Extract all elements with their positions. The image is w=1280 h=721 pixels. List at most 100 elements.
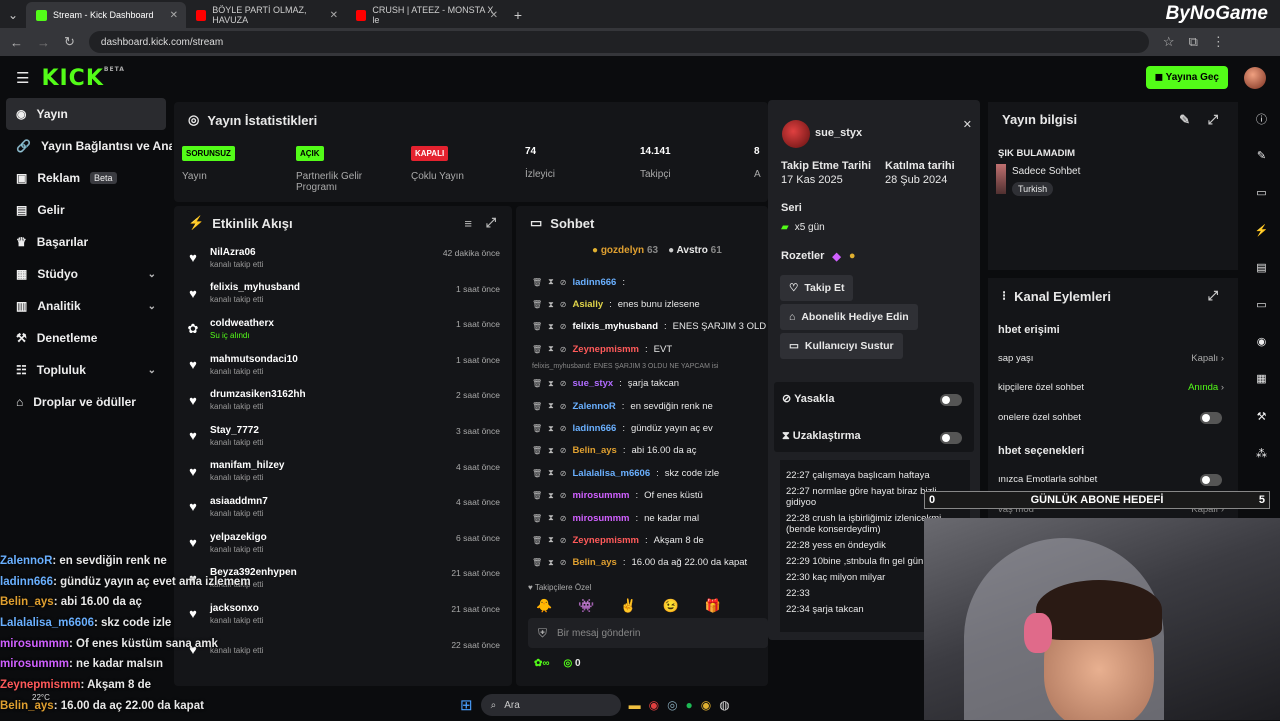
github-icon[interactable]: ◍	[719, 698, 729, 712]
sidebar-item-gelir[interactable]: ▤ Gelir	[0, 194, 172, 226]
chat-message[interactable]: 🗑 ⧗ ⊘ Belin_ays:16.00 da ağ 22.00 da kapat	[516, 552, 768, 574]
steam-icon[interactable]: ◎	[667, 698, 677, 712]
close-icon[interactable]: ✕	[490, 10, 498, 21]
menu-icon[interactable]: ⋮	[1212, 34, 1225, 50]
chat-message[interactable]: 🗑 ⧗ ⊘ ladinn666:	[516, 271, 768, 293]
sidebar-item-denetleme[interactable]: ⚒ Denetleme	[0, 322, 172, 354]
chat-message[interactable]: 🗑 ⧗ ⊘ Zeynepmismm: Akşam 8 de	[516, 529, 768, 551]
list-item[interactable]: ♥ Stay_7772 kanalı takip etti 3 saat önce	[174, 418, 512, 454]
forward-icon[interactable]: →	[37, 35, 50, 50]
timeout-icon[interactable]: ⧗	[548, 513, 554, 523]
reload-icon[interactable]: ↻	[64, 34, 75, 50]
bolt-icon[interactable]: ⚡	[1243, 212, 1280, 249]
follow-button[interactable]: ♡ Takip Et	[780, 275, 854, 301]
timeout-toggle[interactable]	[940, 432, 962, 444]
emote-icon[interactable]: ✌	[620, 598, 636, 614]
tool-icon[interactable]: ⚒	[1243, 398, 1280, 435]
ban-icon[interactable]: ⊘	[560, 558, 567, 567]
delete-icon[interactable]: 🗑	[532, 379, 542, 388]
emote-icon[interactable]: 🎁	[705, 598, 721, 614]
delete-icon[interactable]: 🗑	[532, 322, 542, 331]
expand-icon[interactable]: ⤢	[1208, 288, 1218, 304]
ban-icon[interactable]: ⊘	[560, 278, 567, 287]
delete-icon[interactable]: 🗑	[532, 491, 542, 500]
video-icon[interactable]: ▭	[1243, 174, 1280, 211]
close-icon[interactable]: ✕	[330, 10, 338, 21]
delete-icon[interactable]: 🗑	[532, 278, 542, 287]
timeout-icon[interactable]: ⧗	[548, 535, 554, 545]
chat-message[interactable]: 🗑 ⧗ ⊘ Asially: enes bunu izlesene	[516, 293, 768, 315]
kick-logo[interactable]: KICKBETA	[41, 66, 124, 91]
browser-tab[interactable]: BÖYLE PARTİ OLMAZ, HAVUZA ✕	[186, 2, 346, 28]
expand-icon[interactable]: ⤢	[1208, 112, 1218, 128]
emote-icon[interactable]: 👾	[578, 598, 594, 614]
delete-icon[interactable]: 🗑	[532, 345, 542, 354]
chat-message[interactable]: 🗑 ⧗ ⊘ Belin_ays: abi 16.00 da aç	[516, 440, 768, 462]
timeout-icon[interactable]: ⧗	[548, 424, 554, 434]
ban-icon[interactable]: ⊘	[560, 514, 567, 523]
ban-icon[interactable]: ⊘	[560, 300, 567, 309]
tab-search-icon[interactable]: ⌄	[0, 2, 26, 28]
chat-message[interactable]: 🗑 ⧗ ⊘ sue_styx: şarja takcan	[516, 373, 768, 395]
mute-user-button[interactable]: ▭ Kullanıcıyı Sustur	[780, 333, 903, 359]
windows-start-icon[interactable]: ⊞	[460, 696, 473, 714]
close-icon[interactable]: ✕	[170, 10, 178, 21]
delete-icon[interactable]: 🗑	[532, 536, 542, 545]
calendar-icon[interactable]: ▦	[1243, 360, 1280, 397]
hamburger-icon[interactable]: ☰	[16, 69, 29, 87]
record-icon[interactable]: ◉	[1243, 323, 1280, 360]
delete-icon[interactable]: 🗑	[532, 558, 542, 567]
browser-tab[interactable]: CRUSH | ATEEZ - MONSTA X le ✕	[346, 2, 506, 28]
subscribers-only-toggle[interactable]	[1200, 412, 1222, 424]
delete-icon[interactable]: 🗑	[532, 469, 542, 478]
ban-icon[interactable]: ⊘	[560, 469, 567, 478]
timeout-icon[interactable]: ⧗	[548, 401, 554, 411]
emote-only-toggle[interactable]	[1200, 474, 1222, 486]
list-item[interactable]: ♥ drumzasiken3162hh kanalı takip etti 2 saa…	[174, 382, 512, 418]
timeout-icon[interactable]: ⧗	[548, 379, 554, 389]
close-icon[interactable]: ✕	[963, 118, 972, 131]
delete-icon[interactable]: 🗑	[532, 446, 542, 455]
sidebar-item-stream-key[interactable]: 🔗Yayın Bağlantısı ve Anahtar	[0, 130, 172, 162]
ban-toggle[interactable]	[940, 394, 962, 406]
sidebar-item-reklam[interactable]: ▣ Reklam Beta	[0, 162, 172, 194]
browser-tab[interactable]: Stream - Kick Dashboard ✕	[26, 2, 186, 28]
chat-icon[interactable]: ▭	[1243, 286, 1280, 323]
ban-icon[interactable]: ⊘	[560, 379, 567, 388]
info-icon[interactable]: ⓘ	[1243, 100, 1280, 137]
emote-icon[interactable]: 🐥	[536, 598, 552, 614]
chrome-icon[interactable]: ◉	[701, 698, 711, 712]
community-icon[interactable]: ⁂	[1243, 435, 1280, 472]
back-icon[interactable]: ←	[10, 35, 23, 50]
delete-icon[interactable]: 🗑	[532, 514, 542, 523]
folder-icon[interactable]: ▬	[629, 698, 641, 712]
list-item[interactable]: ♥ mahmutsondaci10 kanalı takip etti 1 saat …	[174, 347, 512, 383]
ban-icon[interactable]: ⊘	[560, 536, 567, 545]
ban-icon[interactable]: ⊘	[560, 424, 567, 433]
timeout-icon[interactable]: ⧗	[548, 468, 554, 478]
list-icon[interactable]: ▤	[1243, 249, 1280, 286]
star-icon[interactable]: ☆	[1163, 34, 1175, 50]
emote-icon[interactable]: 😉	[663, 598, 679, 614]
setting-row[interactable]: kipçilere özel sohbet Anında ›	[998, 382, 1224, 393]
chat-message[interactable]: 🗑 ⧗ ⊘ Zeynepmismm: EVT	[516, 338, 768, 360]
points-icon[interactable]: ✿∞	[534, 658, 550, 669]
sidebar-item-basarilar[interactable]: ♛ Başarılar	[0, 226, 172, 258]
chat-message[interactable]: 🗑 ⧗ ⊘ felixis_myhusband: ENES ŞARJIM 3 OLD	[516, 316, 768, 338]
spotify-icon[interactable]: ●	[686, 698, 693, 712]
timeout-icon[interactable]: ⧗	[548, 322, 554, 332]
chat-message[interactable]: 🗑 ⧗ ⊘ mirosummm: ne kadar mal	[516, 507, 768, 529]
edit-icon[interactable]: ✎	[1243, 137, 1280, 174]
timeout-icon[interactable]: ⧗	[548, 300, 554, 310]
list-item[interactable]: ♥ asiaaddmn7 kanalı takip etti 4 saat önce	[174, 489, 512, 525]
url-field[interactable]: dashboard.kick.com/stream	[88, 31, 1149, 53]
timeout-icon[interactable]: ⧗	[548, 344, 554, 354]
edit-icon[interactable]: ✎	[1179, 112, 1190, 128]
chat-message[interactable]: 🗑 ⧗ ⊘ Lalalalisa_m6606: skz code izle	[516, 462, 768, 484]
delete-icon[interactable]: 🗑	[532, 300, 542, 309]
sidebar-item-topluluk[interactable]: ☷ Topluluk ⌄	[0, 354, 172, 386]
ban-icon[interactable]: ⊘	[560, 491, 567, 500]
chat-message[interactable]: 🗑 ⧗ ⊘ mirosummm: Of enes küstü	[516, 485, 768, 507]
extensions-icon[interactable]: ⧉	[1189, 34, 1198, 50]
ban-icon[interactable]: ⊘	[560, 345, 567, 354]
